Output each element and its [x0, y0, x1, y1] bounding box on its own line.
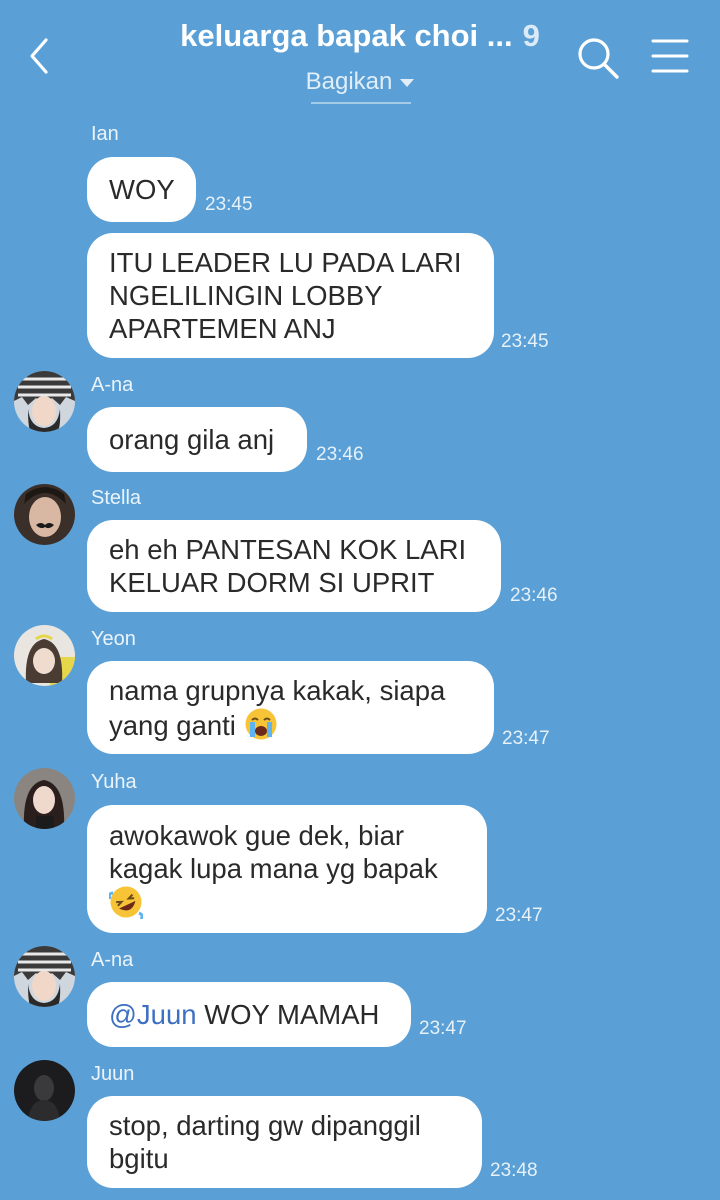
chat-title[interactable]: keluarga bapak choi ... 9 — [120, 18, 600, 54]
sender-name: Stella — [91, 487, 142, 509]
sender-name: Yuha — [91, 771, 137, 793]
avatar[interactable] — [14, 1060, 75, 1121]
message-text: nama grupnya kakak, siapa yang ganti — [109, 674, 445, 742]
menu-icon — [651, 39, 689, 73]
message-text: awokawok gue dek, biar kagak lupa mana y… — [109, 819, 438, 920]
menu-button[interactable] — [650, 38, 690, 74]
search-icon — [578, 38, 619, 79]
sender-name: Yeon — [91, 628, 136, 650]
avatar-image — [14, 625, 75, 686]
avatar-image — [14, 1060, 75, 1121]
share-label: Bagikan — [305, 68, 393, 95]
avatar[interactable] — [14, 484, 75, 545]
sender-name: Juun — [91, 1063, 135, 1085]
mention-link[interactable]: @Juun — [109, 999, 197, 1030]
message-bubble[interactable]: nama grupnya kakak, siapa yang ganti — [87, 661, 494, 754]
avatar-image — [14, 484, 75, 545]
message-text: WOY — [109, 174, 175, 205]
message-bubble[interactable]: stop, darting gw dipanggil bgitu — [87, 1096, 482, 1188]
message-bubble[interactable]: orang gila anj — [87, 407, 307, 472]
avatar-image — [14, 768, 75, 829]
message-time: 23:45 — [501, 331, 549, 352]
message-time: 23:45 — [205, 194, 253, 215]
message-time: 23:47 — [502, 728, 550, 749]
caret-down-icon — [400, 78, 415, 87]
message-bubble[interactable]: awokawok gue dek, biar kagak lupa mana y… — [87, 805, 487, 933]
avatar[interactable] — [14, 946, 75, 1007]
message-text: stop, darting gw dipanggil bgitu — [109, 1110, 421, 1174]
message-time: 23:46 — [510, 585, 558, 606]
avatar-image — [14, 371, 75, 432]
message-text: orang gila anj — [109, 424, 275, 455]
avatar-image — [14, 946, 75, 1007]
message-text: ITU LEADER LU PADA LARI NGELILINGIN LOBB… — [109, 247, 462, 344]
message-text: @Juun WOY MAMAH — [109, 998, 379, 1031]
message-time: 23:47 — [419, 1018, 467, 1039]
search-button[interactable] — [576, 36, 620, 80]
message-time: 23:47 — [495, 905, 543, 926]
crying-face-icon — [245, 708, 277, 739]
group-name: keluarga bapak choi ... — [180, 18, 513, 53]
share-underline — [311, 102, 411, 104]
message-text-body: WOY MAMAH — [196, 999, 380, 1030]
sender-name: A-na — [91, 374, 134, 396]
rofl-emoji-icon — [109, 886, 143, 919]
message-bubble[interactable]: ITU LEADER LU PADA LARI NGELILINGIN LOBB… — [87, 233, 494, 358]
message-bubble[interactable]: eh eh PANTESAN KOK LARI KELUAR DORM SI U… — [87, 520, 501, 612]
message-time: 23:48 — [490, 1160, 538, 1181]
member-count: 9 — [522, 18, 540, 53]
message-text-body: awokawok gue dek, biar kagak lupa mana y… — [109, 819, 438, 884]
message-time: 23:46 — [316, 444, 364, 465]
message-bubble[interactable]: @Juun WOY MAMAH — [87, 982, 411, 1047]
avatar[interactable] — [14, 768, 75, 829]
avatar[interactable] — [14, 371, 75, 432]
avatar[interactable] — [14, 625, 75, 686]
sender-name: A-na — [91, 949, 134, 971]
chat-header: keluarga bapak choi ... 9 Bagikan — [0, 0, 720, 110]
sender-name: Ian — [91, 123, 119, 145]
message-text: eh eh PANTESAN KOK LARI KELUAR DORM SI U… — [109, 534, 467, 598]
message-bubble[interactable]: WOY — [87, 157, 196, 222]
